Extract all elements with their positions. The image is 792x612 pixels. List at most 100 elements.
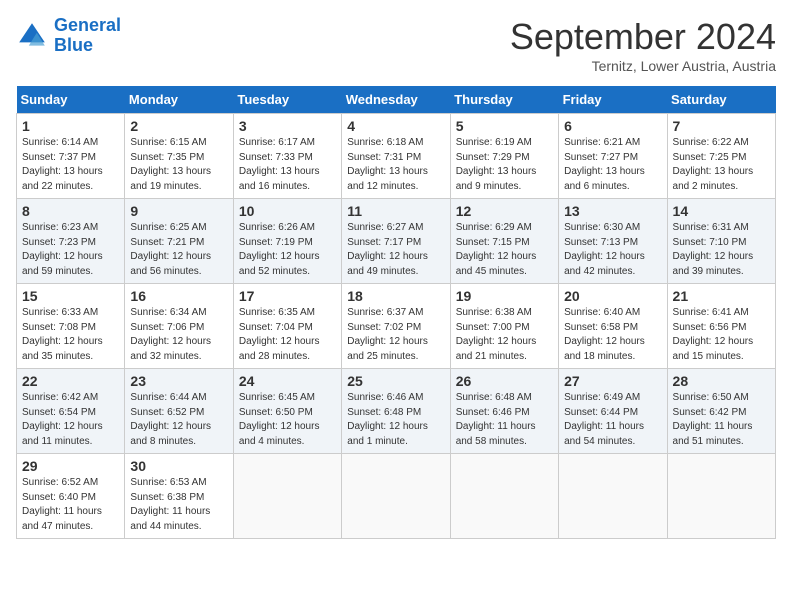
table-row: 3Sunrise: 6:17 AM Sunset: 7:33 PM Daylig… [233, 114, 341, 199]
calendar-table: Sunday Monday Tuesday Wednesday Thursday… [16, 86, 776, 539]
day-number: 2 [130, 118, 227, 134]
day-number: 8 [22, 203, 119, 219]
day-info: Sunrise: 6:17 AM Sunset: 7:33 PM Dayligh… [239, 136, 336, 194]
day-number: 13 [564, 203, 661, 219]
col-friday: Friday [559, 86, 667, 114]
day-number: 25 [347, 373, 444, 389]
day-info: Sunrise: 6:33 AM Sunset: 7:08 PM Dayligh… [22, 306, 119, 364]
day-number: 11 [347, 203, 444, 219]
day-number: 1 [22, 118, 119, 134]
day-info: Sunrise: 6:37 AM Sunset: 7:02 PM Dayligh… [347, 306, 444, 364]
day-number: 17 [239, 288, 336, 304]
day-info: Sunrise: 6:22 AM Sunset: 7:25 PM Dayligh… [673, 136, 770, 194]
day-number: 29 [22, 458, 119, 474]
page-header: General Blue September 2024 Ternitz, Low… [16, 16, 776, 74]
day-info: Sunrise: 6:48 AM Sunset: 6:46 PM Dayligh… [456, 391, 553, 449]
day-info: Sunrise: 6:23 AM Sunset: 7:23 PM Dayligh… [22, 221, 119, 279]
day-info: Sunrise: 6:50 AM Sunset: 6:42 PM Dayligh… [673, 391, 770, 449]
header-row: Sunday Monday Tuesday Wednesday Thursday… [17, 86, 776, 114]
day-number: 24 [239, 373, 336, 389]
calendar-week-1: 1 Sunrise: 6:14 AM Sunset: 7:37 PM Daylig… [17, 114, 776, 199]
table-row [342, 454, 450, 539]
calendar-week-5: 29 Sunrise: 6:52 AM Sunset: 6:40 PM Dayli… [17, 454, 776, 539]
day-info: Sunrise: 6:45 AM Sunset: 6:50 PM Dayligh… [239, 391, 336, 449]
table-row: 23 Sunrise: 6:44 AM Sunset: 6:52 PM Dayli… [125, 369, 233, 454]
table-row: 22Sunrise: 6:42 AM Sunset: 6:54 PM Dayli… [17, 369, 125, 454]
day-info: Sunrise: 6:29 AM Sunset: 7:15 PM Dayligh… [456, 221, 553, 279]
table-row: 2 Sunrise: 6:15 AM Sunset: 7:35 PM Daylig… [125, 114, 233, 199]
table-row: 24 Sunrise: 6:45 AM Sunset: 6:50 PM Dayli… [233, 369, 341, 454]
day-info: Sunrise: 6:18 AM Sunset: 7:31 PM Dayligh… [347, 136, 444, 194]
table-row: 25 Sunrise: 6:46 AM Sunset: 6:48 PM Dayli… [342, 369, 450, 454]
col-wednesday: Wednesday [342, 86, 450, 114]
table-row: 4 Sunrise: 6:18 AM Sunset: 7:31 PM Daylig… [342, 114, 450, 199]
day-number: 14 [673, 203, 770, 219]
table-row: 1 Sunrise: 6:14 AM Sunset: 7:37 PM Daylig… [17, 114, 125, 199]
table-row [559, 454, 667, 539]
table-row: 9Sunrise: 6:25 AM Sunset: 7:21 PM Daylig… [125, 199, 233, 284]
day-info: Sunrise: 6:31 AM Sunset: 7:10 PM Dayligh… [673, 221, 770, 279]
calendar-header: Sunday Monday Tuesday Wednesday Thursday… [17, 86, 776, 114]
day-number: 23 [130, 373, 227, 389]
table-row: 19 Sunrise: 6:38 AM Sunset: 7:00 PM Dayli… [450, 284, 558, 369]
col-sunday: Sunday [17, 86, 125, 114]
day-number: 30 [130, 458, 227, 474]
table-row: 5 Sunrise: 6:19 AM Sunset: 7:29 PM Daylig… [450, 114, 558, 199]
day-info: Sunrise: 6:14 AM Sunset: 7:37 PM Dayligh… [22, 136, 119, 194]
day-number: 22 [22, 373, 119, 389]
day-info: Sunrise: 6:38 AM Sunset: 7:00 PM Dayligh… [456, 306, 553, 364]
table-row: 20 Sunrise: 6:40 AM Sunset: 6:58 PM Dayli… [559, 284, 667, 369]
day-number: 7 [673, 118, 770, 134]
table-row: 26Sunrise: 6:48 AM Sunset: 6:46 PM Dayli… [450, 369, 558, 454]
logo-blue: Blue [54, 35, 93, 55]
day-number: 10 [239, 203, 336, 219]
location: Ternitz, Lower Austria, Austria [510, 58, 776, 74]
col-thursday: Thursday [450, 86, 558, 114]
day-info: Sunrise: 6:15 AM Sunset: 7:35 PM Dayligh… [130, 136, 227, 194]
day-info: Sunrise: 6:40 AM Sunset: 6:58 PM Dayligh… [564, 306, 661, 364]
day-number: 18 [347, 288, 444, 304]
day-number: 20 [564, 288, 661, 304]
day-info: Sunrise: 6:21 AM Sunset: 7:27 PM Dayligh… [564, 136, 661, 194]
table-row: 14 Sunrise: 6:31 AM Sunset: 7:10 PM Dayli… [667, 199, 775, 284]
col-saturday: Saturday [667, 86, 775, 114]
table-row [450, 454, 558, 539]
table-row: 30 Sunrise: 6:53 AM Sunset: 6:38 PM Dayli… [125, 454, 233, 539]
table-row: 10 Sunrise: 6:26 AM Sunset: 7:19 PM Dayli… [233, 199, 341, 284]
day-info: Sunrise: 6:27 AM Sunset: 7:17 PM Dayligh… [347, 221, 444, 279]
day-number: 16 [130, 288, 227, 304]
logo-general: General [54, 15, 121, 35]
calendar-week-2: 8 Sunrise: 6:23 AM Sunset: 7:23 PM Daylig… [17, 199, 776, 284]
day-info: Sunrise: 6:53 AM Sunset: 6:38 PM Dayligh… [130, 476, 227, 534]
day-info: Sunrise: 6:26 AM Sunset: 7:19 PM Dayligh… [239, 221, 336, 279]
day-number: 5 [456, 118, 553, 134]
day-info: Sunrise: 6:46 AM Sunset: 6:48 PM Dayligh… [347, 391, 444, 449]
day-info: Sunrise: 6:41 AM Sunset: 6:56 PM Dayligh… [673, 306, 770, 364]
day-info: Sunrise: 6:19 AM Sunset: 7:29 PM Dayligh… [456, 136, 553, 194]
table-row: 8 Sunrise: 6:23 AM Sunset: 7:23 PM Daylig… [17, 199, 125, 284]
table-row: 13Sunrise: 6:30 AM Sunset: 7:13 PM Dayli… [559, 199, 667, 284]
logo-icon [16, 20, 48, 52]
calendar-body: 1 Sunrise: 6:14 AM Sunset: 7:37 PM Daylig… [17, 114, 776, 539]
logo: General Blue [16, 16, 121, 56]
day-number: 12 [456, 203, 553, 219]
day-number: 6 [564, 118, 661, 134]
table-row: 17Sunrise: 6:35 AM Sunset: 7:04 PM Dayli… [233, 284, 341, 369]
table-row: 28Sunrise: 6:50 AM Sunset: 6:42 PM Dayli… [667, 369, 775, 454]
table-row: 6 Sunrise: 6:21 AM Sunset: 7:27 PM Daylig… [559, 114, 667, 199]
calendar-week-3: 15Sunrise: 6:33 AM Sunset: 7:08 PM Dayli… [17, 284, 776, 369]
table-row: 7 Sunrise: 6:22 AM Sunset: 7:25 PM Daylig… [667, 114, 775, 199]
table-row: 29 Sunrise: 6:52 AM Sunset: 6:40 PM Dayli… [17, 454, 125, 539]
day-number: 27 [564, 373, 661, 389]
table-row [233, 454, 341, 539]
table-row: 11 Sunrise: 6:27 AM Sunset: 7:17 PM Dayli… [342, 199, 450, 284]
table-row: 12 Sunrise: 6:29 AM Sunset: 7:15 PM Dayli… [450, 199, 558, 284]
table-row: 18 Sunrise: 6:37 AM Sunset: 7:02 PM Dayli… [342, 284, 450, 369]
day-info: Sunrise: 6:52 AM Sunset: 6:40 PM Dayligh… [22, 476, 119, 534]
logo-text: General Blue [54, 16, 121, 56]
day-number: 9 [130, 203, 227, 219]
day-info: Sunrise: 6:44 AM Sunset: 6:52 PM Dayligh… [130, 391, 227, 449]
day-number: 4 [347, 118, 444, 134]
day-number: 19 [456, 288, 553, 304]
day-info: Sunrise: 6:49 AM Sunset: 6:44 PM Dayligh… [564, 391, 661, 449]
